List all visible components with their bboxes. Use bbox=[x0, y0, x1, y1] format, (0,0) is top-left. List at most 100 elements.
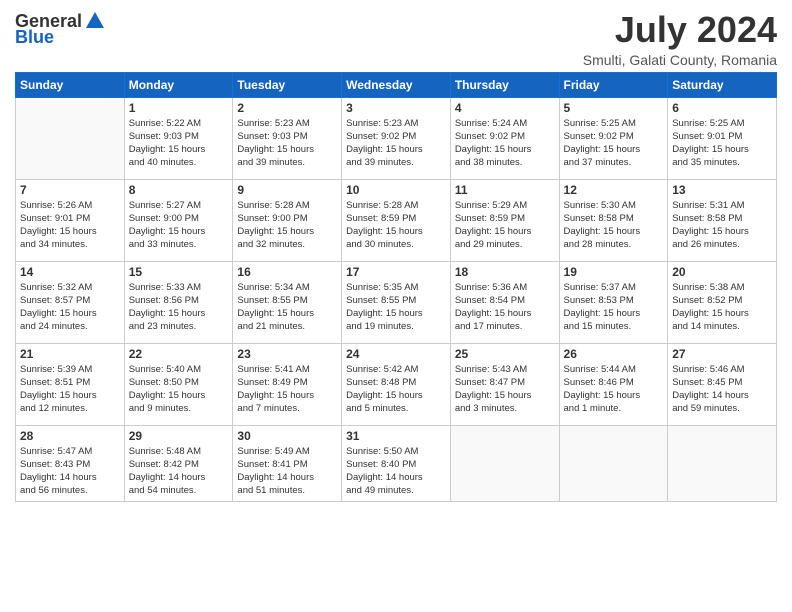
day-info: Sunrise: 5:40 AM Sunset: 8:50 PM Dayligh… bbox=[129, 363, 229, 416]
day-info: Sunrise: 5:26 AM Sunset: 9:01 PM Dayligh… bbox=[20, 199, 120, 252]
header-tuesday: Tuesday bbox=[233, 72, 342, 97]
table-row: 20 Sunrise: 5:38 AM Sunset: 8:52 PM Dayli… bbox=[668, 261, 777, 343]
day-number: 19 bbox=[564, 265, 664, 279]
table-row: 31 Sunrise: 5:50 AM Sunset: 8:40 PM Dayli… bbox=[342, 425, 451, 501]
day-number: 4 bbox=[455, 101, 555, 115]
day-number: 2 bbox=[237, 101, 337, 115]
day-info: Sunrise: 5:23 AM Sunset: 9:03 PM Dayligh… bbox=[237, 117, 337, 170]
day-info: Sunrise: 5:36 AM Sunset: 8:54 PM Dayligh… bbox=[455, 281, 555, 334]
day-number: 25 bbox=[455, 347, 555, 361]
day-number: 5 bbox=[564, 101, 664, 115]
table-row: 5 Sunrise: 5:25 AM Sunset: 9:02 PM Daylig… bbox=[559, 97, 668, 179]
day-info: Sunrise: 5:37 AM Sunset: 8:53 PM Dayligh… bbox=[564, 281, 664, 334]
day-number: 9 bbox=[237, 183, 337, 197]
day-info: Sunrise: 5:27 AM Sunset: 9:00 PM Dayligh… bbox=[129, 199, 229, 252]
table-row: 8 Sunrise: 5:27 AM Sunset: 9:00 PM Daylig… bbox=[124, 179, 233, 261]
day-info: Sunrise: 5:29 AM Sunset: 8:59 PM Dayligh… bbox=[455, 199, 555, 252]
table-row bbox=[450, 425, 559, 501]
table-row: 22 Sunrise: 5:40 AM Sunset: 8:50 PM Dayli… bbox=[124, 343, 233, 425]
day-info: Sunrise: 5:23 AM Sunset: 9:02 PM Dayligh… bbox=[346, 117, 446, 170]
day-info: Sunrise: 5:22 AM Sunset: 9:03 PM Dayligh… bbox=[129, 117, 229, 170]
logo-blue-text: Blue bbox=[15, 28, 54, 46]
table-row: 18 Sunrise: 5:36 AM Sunset: 8:54 PM Dayli… bbox=[450, 261, 559, 343]
day-info: Sunrise: 5:42 AM Sunset: 8:48 PM Dayligh… bbox=[346, 363, 446, 416]
day-number: 20 bbox=[672, 265, 772, 279]
table-row: 27 Sunrise: 5:46 AM Sunset: 8:45 PM Dayli… bbox=[668, 343, 777, 425]
day-info: Sunrise: 5:32 AM Sunset: 8:57 PM Dayligh… bbox=[20, 281, 120, 334]
table-row: 24Sunrise: 5:42 AM Sunset: 8:48 PM Dayli… bbox=[342, 343, 451, 425]
calendar-table: Sunday Monday Tuesday Wednesday Thursday… bbox=[15, 72, 777, 502]
day-number: 10 bbox=[346, 183, 446, 197]
day-number: 15 bbox=[129, 265, 229, 279]
day-number: 27 bbox=[672, 347, 772, 361]
day-number: 31 bbox=[346, 429, 446, 443]
table-row: 29Sunrise: 5:48 AM Sunset: 8:42 PM Dayli… bbox=[124, 425, 233, 501]
day-info: Sunrise: 5:47 AM Sunset: 8:43 PM Dayligh… bbox=[20, 445, 120, 498]
day-number: 30 bbox=[237, 429, 337, 443]
table-row: 7 Sunrise: 5:26 AM Sunset: 9:01 PM Daylig… bbox=[16, 179, 125, 261]
day-info: Sunrise: 5:48 AM Sunset: 8:42 PM Dayligh… bbox=[129, 445, 229, 498]
header-sunday: Sunday bbox=[16, 72, 125, 97]
weekday-header-row: Sunday Monday Tuesday Wednesday Thursday… bbox=[16, 72, 777, 97]
header-friday: Friday bbox=[559, 72, 668, 97]
day-number: 23 bbox=[237, 347, 337, 361]
table-row: 12Sunrise: 5:30 AM Sunset: 8:58 PM Dayli… bbox=[559, 179, 668, 261]
day-number: 1 bbox=[129, 101, 229, 115]
title-block: July 2024 Smulti, Galati County, Romania bbox=[583, 10, 777, 68]
day-number: 16 bbox=[237, 265, 337, 279]
day-info: Sunrise: 5:41 AM Sunset: 8:49 PM Dayligh… bbox=[237, 363, 337, 416]
table-row: 15Sunrise: 5:33 AM Sunset: 8:56 PM Dayli… bbox=[124, 261, 233, 343]
day-info: Sunrise: 5:43 AM Sunset: 8:47 PM Dayligh… bbox=[455, 363, 555, 416]
day-number: 7 bbox=[20, 183, 120, 197]
table-row bbox=[668, 425, 777, 501]
table-row: 23 Sunrise: 5:41 AM Sunset: 8:49 PM Dayli… bbox=[233, 343, 342, 425]
table-row: 14Sunrise: 5:32 AM Sunset: 8:57 PM Dayli… bbox=[16, 261, 125, 343]
table-row: 1 Sunrise: 5:22 AM Sunset: 9:03 PM Daylig… bbox=[124, 97, 233, 179]
header-wednesday: Wednesday bbox=[342, 72, 451, 97]
day-number: 8 bbox=[129, 183, 229, 197]
table-row: 28Sunrise: 5:47 AM Sunset: 8:43 PM Dayli… bbox=[16, 425, 125, 501]
table-row bbox=[559, 425, 668, 501]
day-info: Sunrise: 5:46 AM Sunset: 8:45 PM Dayligh… bbox=[672, 363, 772, 416]
table-row: 9 Sunrise: 5:28 AM Sunset: 9:00 PM Daylig… bbox=[233, 179, 342, 261]
table-row: 13 Sunrise: 5:31 AM Sunset: 8:58 PM Dayli… bbox=[668, 179, 777, 261]
logo: General Blue bbox=[15, 10, 106, 46]
day-info: Sunrise: 5:25 AM Sunset: 9:02 PM Dayligh… bbox=[564, 117, 664, 170]
day-info: Sunrise: 5:28 AM Sunset: 8:59 PM Dayligh… bbox=[346, 199, 446, 252]
day-number: 22 bbox=[129, 347, 229, 361]
table-row: 4 Sunrise: 5:24 AM Sunset: 9:02 PM Daylig… bbox=[450, 97, 559, 179]
day-info: Sunrise: 5:28 AM Sunset: 9:00 PM Dayligh… bbox=[237, 199, 337, 252]
table-row: 11 Sunrise: 5:29 AM Sunset: 8:59 PM Dayli… bbox=[450, 179, 559, 261]
day-info: Sunrise: 5:44 AM Sunset: 8:46 PM Dayligh… bbox=[564, 363, 664, 416]
day-number: 3 bbox=[346, 101, 446, 115]
day-info: Sunrise: 5:39 AM Sunset: 8:51 PM Dayligh… bbox=[20, 363, 120, 416]
day-number: 26 bbox=[564, 347, 664, 361]
day-info: Sunrise: 5:38 AM Sunset: 8:52 PM Dayligh… bbox=[672, 281, 772, 334]
month-year-title: July 2024 bbox=[583, 10, 777, 50]
day-number: 6 bbox=[672, 101, 772, 115]
table-row: 30Sunrise: 5:49 AM Sunset: 8:41 PM Dayli… bbox=[233, 425, 342, 501]
day-number: 11 bbox=[455, 183, 555, 197]
table-row: 19 Sunrise: 5:37 AM Sunset: 8:53 PM Dayli… bbox=[559, 261, 668, 343]
table-row: 17 Sunrise: 5:35 AM Sunset: 8:55 PM Dayli… bbox=[342, 261, 451, 343]
day-number: 13 bbox=[672, 183, 772, 197]
table-row: 3 Sunrise: 5:23 AM Sunset: 9:02 PM Daylig… bbox=[342, 97, 451, 179]
table-row: 10 Sunrise: 5:28 AM Sunset: 8:59 PM Dayli… bbox=[342, 179, 451, 261]
day-info: Sunrise: 5:50 AM Sunset: 8:40 PM Dayligh… bbox=[346, 445, 446, 498]
day-info: Sunrise: 5:31 AM Sunset: 8:58 PM Dayligh… bbox=[672, 199, 772, 252]
logo-icon bbox=[84, 10, 106, 32]
header: General Blue July 2024 Smulti, Galati Co… bbox=[15, 10, 777, 68]
day-info: Sunrise: 5:35 AM Sunset: 8:55 PM Dayligh… bbox=[346, 281, 446, 334]
page: General Blue July 2024 Smulti, Galati Co… bbox=[0, 0, 792, 612]
day-number: 21 bbox=[20, 347, 120, 361]
table-row: 16 Sunrise: 5:34 AM Sunset: 8:55 PM Dayli… bbox=[233, 261, 342, 343]
day-info: Sunrise: 5:30 AM Sunset: 8:58 PM Dayligh… bbox=[564, 199, 664, 252]
day-info: Sunrise: 5:34 AM Sunset: 8:55 PM Dayligh… bbox=[237, 281, 337, 334]
location-subtitle: Smulti, Galati County, Romania bbox=[583, 52, 777, 68]
day-number: 17 bbox=[346, 265, 446, 279]
day-number: 18 bbox=[455, 265, 555, 279]
table-row: 2 Sunrise: 5:23 AM Sunset: 9:03 PM Daylig… bbox=[233, 97, 342, 179]
day-info: Sunrise: 5:24 AM Sunset: 9:02 PM Dayligh… bbox=[455, 117, 555, 170]
table-row: 26 Sunrise: 5:44 AM Sunset: 8:46 PM Dayli… bbox=[559, 343, 668, 425]
table-row: 6Sunrise: 5:25 AM Sunset: 9:01 PM Daylig… bbox=[668, 97, 777, 179]
